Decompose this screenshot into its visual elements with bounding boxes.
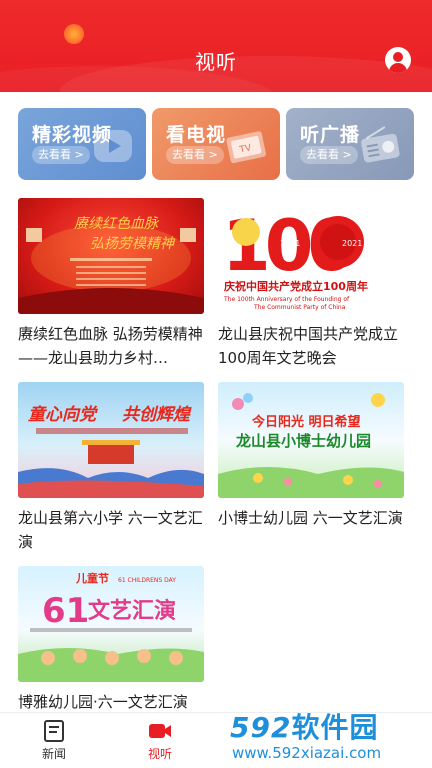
video-caption[interactable]: 赓续红色血脉 弘扬劳模精神 ——龙山县助力乡村… [18,322,204,370]
watermark-url: www.592xiazai.com [232,744,382,762]
video-caption[interactable]: 龙山县第六小学 六一文艺汇演 [18,506,204,554]
thumb-text: 龙山县小博士幼儿园 [235,432,371,450]
radio-icon [361,126,400,163]
svg-text:61: 61 [42,591,89,631]
thumb-text: 共创辉煌 [122,405,192,425]
thumb-text: The 100th Anniversary of the Founding of [223,296,350,303]
category-card-tv[interactable]: 看电视 去看看 > TV [152,108,280,180]
sun-decoration-icon [64,24,84,44]
category-name: 看电视 [166,124,227,146]
category-row: 精彩视频 去看看 > 看电视 去看看 > TV 听广播 去看看 > [18,108,414,180]
thumb-text: 文艺汇演 [88,598,176,624]
thumb-text: The Communist Party of China [253,304,346,311]
thumb-text: 2021 [342,239,362,248]
top-header: 视听 [0,0,432,92]
video-card[interactable]: 童心向党 共创辉煌 龙山县第六小学 六一文艺汇演 [18,382,204,554]
video-caption[interactable]: 龙山县庆祝中国共产党成立100周年文艺晚会 [218,322,404,370]
video-camera-icon [149,724,171,738]
tab-label: 视听 [147,747,172,761]
category-more-link[interactable]: 去看看 > [300,146,358,164]
thumb-text: 童心向党 [28,405,98,425]
category-card-radio[interactable]: 听广播 去看看 > [286,108,414,180]
watermark-logo-text: 软件园 [291,711,379,744]
news-icon [44,720,64,742]
site-watermark: 592软件园 www.592xiazai.com [226,704,432,768]
watermark-logo: 592软件园 [230,706,378,746]
page-title: 视听 [195,50,237,74]
video-thumbnail[interactable]: 童心向党 共创辉煌 [18,382,204,498]
tab-news[interactable]: 新闻 [24,719,84,762]
video-caption[interactable]: 博雅幼儿园·六一文艺汇演 [18,690,204,714]
user-profile-icon[interactable] [385,47,411,73]
category-more-link[interactable]: 去看看 > [32,146,90,164]
video-card[interactable]: 赓续红色血脉 弘扬劳模精神 赓续红色血脉 弘扬劳模精神 ——龙山县助力乡村… [18,198,204,370]
video-card[interactable]: 100 1921 2021 庆祝中国共产党成立100周年 The 100th A… [218,198,404,370]
video-thumbnail[interactable]: 100 1921 2021 庆祝中国共产党成立100周年 The 100th A… [218,198,404,314]
watermark-logo-number: 592 [230,711,292,744]
video-thumbnail[interactable]: 赓续红色血脉 弘扬劳模精神 [18,198,204,314]
video-card[interactable]: 今日阳光 明日希望 龙山县小博士幼儿园 小博士幼儿园 六一文艺汇演 [218,382,404,554]
thumb-text: 儿童节 [75,571,109,585]
thumb-text: 61 CHILDRENS DAY [118,577,176,584]
thumb-text: 今日阳光 明日希望 [251,414,361,430]
tab-label: 新闻 [41,747,66,761]
video-card[interactable]: 儿童节 61 CHILDRENS DAY 61 文艺汇演 博雅幼儿园·六一文艺汇… [18,566,204,714]
video-thumbnail[interactable]: 今日阳光 明日希望 龙山县小博士幼儿园 [218,382,404,498]
tv-icon: TV [226,131,266,164]
thumb-text: 弘扬劳模精神 [90,236,176,252]
thumb-text: 1921 [280,239,300,248]
video-caption[interactable]: 小博士幼儿园 六一文艺汇演 [218,506,404,554]
category-more-link[interactable]: 去看看 > [166,146,224,164]
thumb-text: 庆祝中国共产党成立100周年 [223,279,368,293]
video-thumbnail[interactable]: 儿童节 61 CHILDRENS DAY 61 文艺汇演 [18,566,204,682]
category-card-video[interactable]: 精彩视频 去看看 > [18,108,146,180]
video-play-icon [94,130,132,162]
tab-audio-video[interactable]: 视听 [130,719,190,762]
category-name: 听广播 [300,124,361,146]
thumb-text: 赓续红色血脉 [74,216,160,232]
